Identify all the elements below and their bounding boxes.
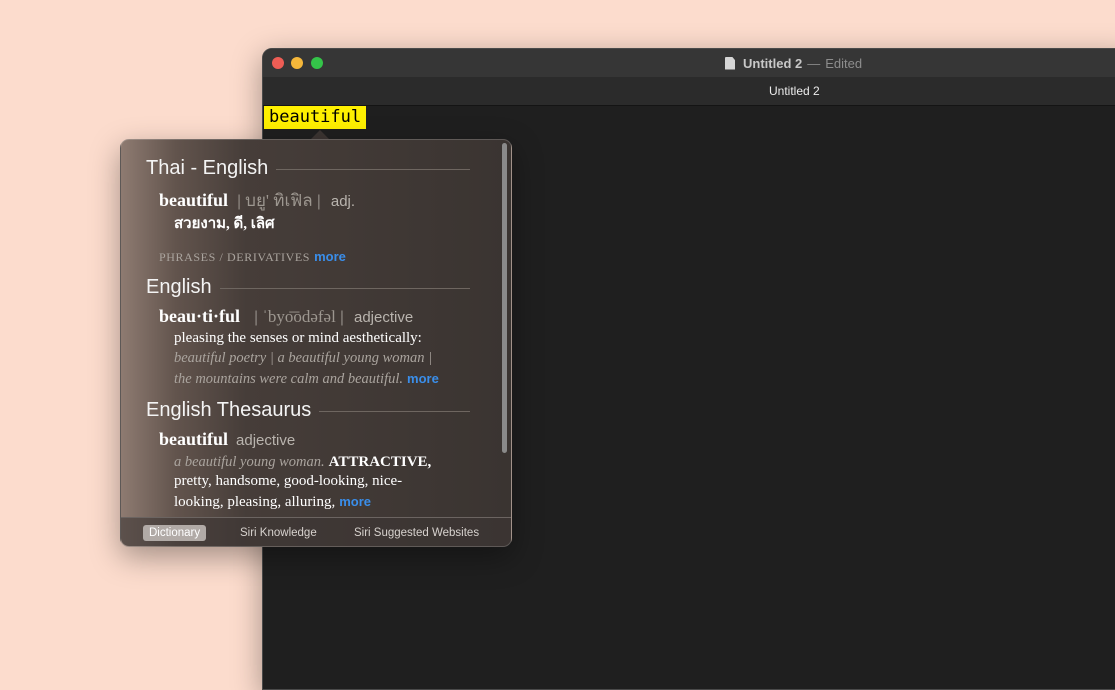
tab-untitled-2[interactable]: Untitled 2 xyxy=(769,84,820,98)
tab-bar: Untitled 2 xyxy=(263,77,1115,106)
headword: beautiful xyxy=(159,429,229,449)
window-edited-status[interactable]: Edited xyxy=(825,56,862,71)
english-example: beautiful poetry | a beautiful young wom… xyxy=(174,350,433,366)
window-title-name: Untitled 2 xyxy=(743,55,803,71)
section-heading-english: English xyxy=(146,276,470,299)
phrases-derivatives-line: Phrases / Derivatives more xyxy=(159,248,346,266)
tab-siri-knowledge[interactable]: Siri Knowledge xyxy=(234,525,323,541)
thesaurus-line-1: a beautiful young woman. ATTRACTIVE, xyxy=(174,453,431,471)
english-headword-line: beau·ti·ful | ˈbyo͞odəfəl | adjective xyxy=(159,306,413,327)
divider xyxy=(319,411,470,412)
headword: beautiful xyxy=(159,190,229,210)
part-of-speech: adjective xyxy=(353,309,414,326)
english-example-line-2: the mountains were calm and beautiful. m… xyxy=(174,370,439,388)
section-heading-english-thesaurus: English Thesaurus xyxy=(146,399,470,422)
thesaurus-example: a beautiful young woman. xyxy=(174,454,325,470)
pipe-separator: | xyxy=(339,309,344,326)
document-icon[interactable] xyxy=(725,56,735,70)
english-example: the mountains were calm and beautiful. xyxy=(174,371,404,387)
pipe-separator: | xyxy=(254,309,259,326)
thesaurus-headword-line: beautiful adjective xyxy=(159,429,295,450)
part-of-speech: adjective xyxy=(236,432,296,449)
main-synonym: ATTRACTIVE, xyxy=(328,454,432,470)
part-of-speech: adj. xyxy=(330,193,356,210)
section-title: English xyxy=(146,276,212,298)
zoom-button[interactable] xyxy=(311,57,323,69)
thesaurus-line-3: looking, pleasing, alluring, more xyxy=(174,493,371,511)
section-title: English Thesaurus xyxy=(146,399,312,421)
divider xyxy=(276,169,470,170)
thai-headword-line: beautiful | บยู' ทิเฟิล | adj. xyxy=(159,187,355,214)
more-link[interactable]: more xyxy=(314,249,346,264)
pipe-separator: | xyxy=(237,193,242,210)
more-link[interactable]: more xyxy=(339,494,371,509)
thesaurus-synonyms: looking, pleasing, alluring, xyxy=(174,494,336,510)
pronunciation: บยู' ทิเฟิล xyxy=(245,191,313,210)
lookup-source-tabs: Dictionary Siri Knowledge Siri Suggested… xyxy=(121,517,511,546)
headword: beau·ti·ful xyxy=(159,306,241,326)
english-definition: pleasing the senses or mind aestheticall… xyxy=(174,330,422,346)
section-title: Thai - English xyxy=(146,157,269,179)
window-title-separator: — xyxy=(807,55,821,71)
phrases-derivatives-label: Phrases / Derivatives xyxy=(159,250,311,264)
close-button[interactable] xyxy=(272,57,284,69)
lookup-content[interactable]: Thai - English beautiful | บยู' ทิเฟิล |… xyxy=(121,140,511,516)
window-title: Untitled 2 — Edited xyxy=(725,55,862,71)
thesaurus-synonyms: pretty, handsome, good-looking, nice- xyxy=(174,473,403,489)
scrollbar[interactable] xyxy=(502,143,507,453)
highlighted-lookup-word[interactable]: beautiful xyxy=(264,106,367,129)
minimize-button[interactable] xyxy=(291,57,303,69)
more-link[interactable]: more xyxy=(407,371,439,386)
lookup-popover: Thai - English beautiful | บยู' ทิเฟิล |… xyxy=(120,139,512,547)
tab-siri-suggested-websites[interactable]: Siri Suggested Websites xyxy=(348,525,485,541)
section-heading-thai-english: Thai - English xyxy=(146,157,470,180)
pronunciation: ˈbyo͞odəfəl xyxy=(262,307,336,326)
tab-dictionary[interactable]: Dictionary xyxy=(143,525,207,541)
pipe-separator: | xyxy=(316,193,321,210)
divider xyxy=(219,288,470,289)
title-bar[interactable]: Untitled 2 — Edited xyxy=(263,49,1115,77)
thai-translation: สวยงาม, ดี, เลิศ xyxy=(174,216,275,232)
